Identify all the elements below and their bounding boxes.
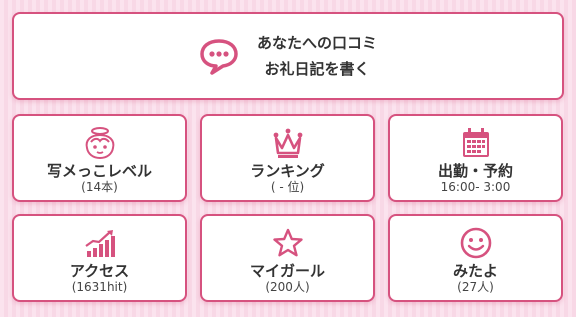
tile-value: (1631hit) bbox=[71, 280, 128, 294]
review-diary-button[interactable]: あなたへの口コミ お礼日記を書く bbox=[12, 12, 564, 100]
tile-label: アクセス bbox=[69, 262, 130, 280]
tile-value: 16:00- 3:00 bbox=[440, 180, 511, 194]
tile-label: 出勤・予約 bbox=[437, 162, 513, 180]
tile-label: ランキング bbox=[250, 162, 325, 180]
angel-face-icon bbox=[85, 127, 114, 160]
photo-level-tile[interactable]: 写メっこレベル (14本) bbox=[12, 114, 187, 202]
growth-chart-icon bbox=[84, 230, 115, 257]
schedule-tile[interactable]: 出勤・予約 16:00- 3:00 bbox=[388, 114, 563, 202]
tile-value: (27人) bbox=[457, 280, 494, 294]
calendar-icon bbox=[462, 128, 489, 157]
access-tile[interactable]: アクセス (1631hit) bbox=[12, 214, 187, 302]
visited-tile[interactable]: みたよ (27人) bbox=[388, 214, 563, 302]
tile-label: みたよ bbox=[452, 262, 498, 280]
tile-value: (14本) bbox=[81, 180, 118, 194]
speech-bubble-icon bbox=[200, 39, 238, 75]
smiley-icon bbox=[460, 227, 491, 259]
tile-value: (200人) bbox=[265, 280, 310, 294]
tile-label: 写メっこレベル bbox=[46, 162, 152, 180]
tile-label: マイガール bbox=[249, 262, 325, 280]
review-label: あなたへの口コミ bbox=[256, 34, 377, 52]
my-girl-tile[interactable]: マイガール (200人) bbox=[200, 214, 375, 302]
star-icon bbox=[272, 228, 303, 257]
ranking-tile[interactable]: ランキング ( - 位) bbox=[200, 114, 375, 202]
diary-label: お礼日記を書く bbox=[264, 60, 370, 78]
tile-value: ( - 位) bbox=[270, 180, 305, 194]
crown-icon bbox=[273, 128, 302, 158]
